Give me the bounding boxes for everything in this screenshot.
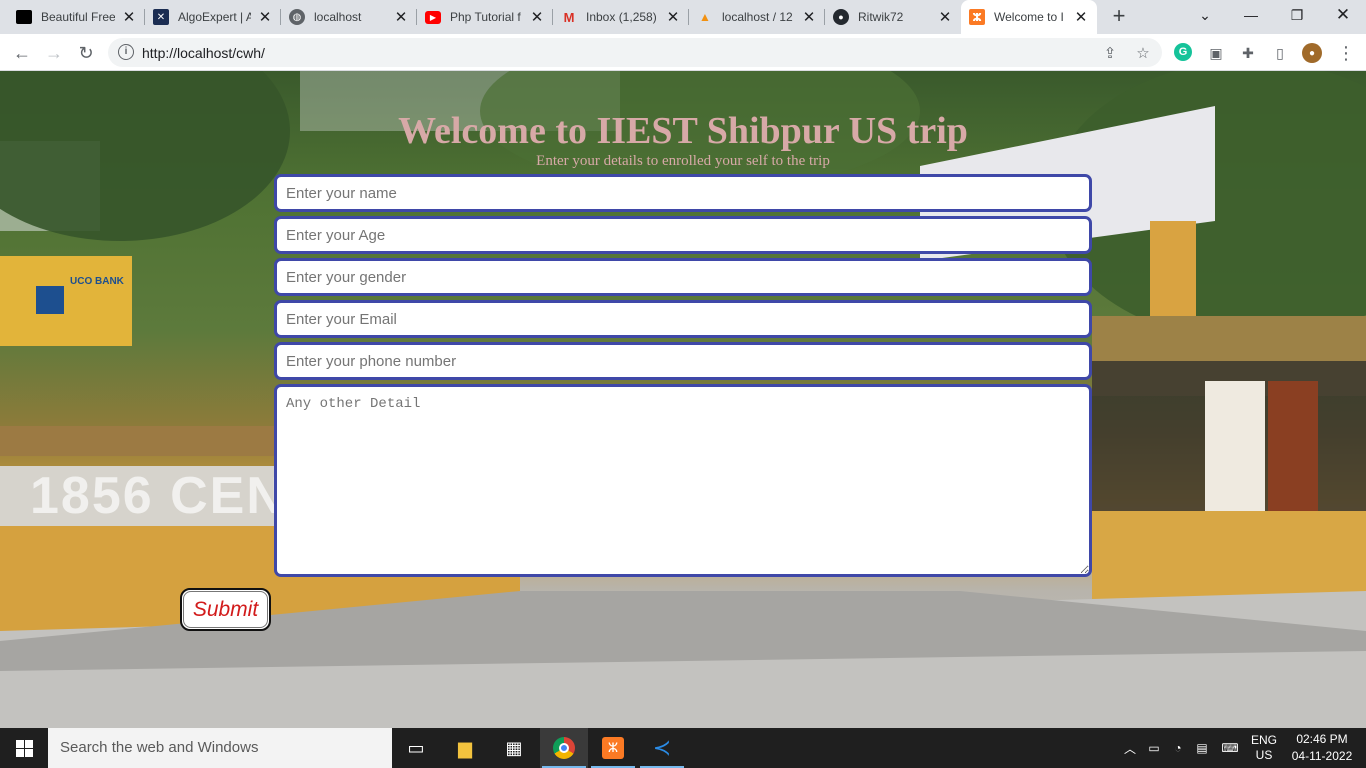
page-subtitle: Enter your details to enrolled your self… (536, 153, 830, 169)
back-arrow-icon[interactable]: ← (8, 39, 36, 67)
gender-input[interactable] (274, 258, 1092, 296)
tab-title: Welcome to I (994, 10, 1064, 24)
algoexpert-icon: ✕ (153, 9, 169, 25)
vscode-icon[interactable]: ≺ (638, 728, 686, 768)
notification-icon[interactable]: ▤ (1192, 728, 1212, 768)
clock-time: 02:46 PM (1296, 732, 1348, 746)
globe-icon: ◍ (289, 9, 305, 25)
grammarly-icon[interactable]: G (1174, 43, 1192, 61)
input-language[interactable]: ENG US (1248, 728, 1280, 768)
tab-title: Ritwik72 (858, 10, 904, 24)
other-details-textarea[interactable] (274, 384, 1092, 577)
youtube-icon: ▶ (425, 10, 441, 24)
windows-start-button[interactable] (0, 728, 48, 768)
tab-php-tutorial[interactable]: ▶ Php Tutorial f ✕ (417, 4, 553, 30)
phone-input[interactable] (274, 342, 1092, 380)
tab-algoexpert[interactable]: ✕ AlgoExpert | A ✕ (145, 4, 281, 30)
tab-title: Php Tutorial f (450, 10, 521, 24)
close-icon[interactable]: ✕ (665, 9, 681, 26)
close-icon[interactable]: ✕ (937, 9, 953, 26)
tab-strip: Beautiful Free ✕ ✕ AlgoExpert | A ✕ ◍ lo… (0, 0, 1366, 34)
unsplash-icon (16, 10, 32, 24)
tab-github[interactable]: ● Ritwik72 ✕ (825, 4, 961, 30)
age-input[interactable] (274, 216, 1092, 254)
battery-icon[interactable]: ▭ (1144, 728, 1164, 768)
tab-unsplash[interactable]: Beautiful Free ✕ (8, 4, 145, 30)
menu-kebab-icon[interactable]: ⋮ (1336, 43, 1356, 63)
close-icon[interactable]: ✕ (257, 9, 273, 26)
tab-gmail[interactable]: M Inbox (1,258) ✕ (553, 4, 689, 30)
url-text[interactable]: http://localhost/cwh/ (142, 45, 265, 61)
new-tab-button[interactable]: + (1108, 5, 1130, 28)
tab-title: Inbox (1,258) (586, 10, 657, 24)
close-icon[interactable]: ✕ (121, 9, 137, 26)
extension-game-icon[interactable]: ▣ (1206, 43, 1226, 63)
github-icon: ● (833, 9, 849, 25)
minimize-button[interactable]: — (1228, 0, 1274, 30)
phpmyadmin-icon: ▲ (699, 10, 711, 24)
clock[interactable]: 02:46 PM 04-11-2022 (1284, 728, 1360, 768)
bank-sign-text: UCO BANK (70, 276, 124, 287)
close-window-button[interactable]: ✕ (1320, 0, 1366, 30)
tray-chevron-up-icon[interactable]: ︿ (1120, 728, 1140, 768)
store-icon[interactable]: ▦ (490, 728, 538, 768)
taskbar-search-box[interactable]: Search the web and Windows (48, 728, 392, 768)
tab-phpmyadmin[interactable]: ▲ localhost / 12 ✕ (689, 4, 825, 30)
tab-title: localhost (314, 10, 362, 24)
gmail-icon: M (563, 9, 575, 25)
tab-localhost[interactable]: ◍ localhost ✕ (281, 4, 417, 30)
keyboard-icon[interactable]: ⌨ (1216, 728, 1244, 768)
tab-title: Beautiful Free (41, 10, 115, 24)
submit-button[interactable]: Submit (180, 588, 271, 631)
tab-welcome-active[interactable]: ⵣ Welcome to I ✕ (961, 0, 1097, 34)
side-panel-icon[interactable]: ▯ (1270, 43, 1290, 63)
name-input[interactable] (274, 174, 1092, 212)
close-icon[interactable]: ✕ (529, 9, 545, 26)
share-icon[interactable]: ⇪ (1100, 43, 1120, 63)
tab-title: AlgoExpert | A (178, 10, 251, 24)
tab-search-chevron-icon[interactable]: ⌄ (1182, 0, 1228, 30)
tab-title: localhost / 12 (722, 10, 793, 24)
page-title: Welcome to IIEST Shibpur US trip (398, 110, 968, 152)
extensions-puzzle-icon[interactable]: ✚ (1238, 43, 1258, 63)
close-icon[interactable]: ✕ (801, 9, 817, 26)
task-view-icon[interactable]: ▭ (392, 728, 440, 768)
clock-date: 04-11-2022 (1291, 749, 1353, 763)
profile-avatar[interactable]: ● (1302, 43, 1322, 63)
close-icon[interactable]: ✕ (393, 9, 409, 26)
bookmark-star-icon[interactable]: ☆ (1133, 43, 1153, 63)
file-explorer-icon[interactable]: ▆ (441, 728, 489, 768)
wifi-icon[interactable]: ◔ (1168, 728, 1188, 768)
language-label: ENG (1250, 733, 1277, 747)
email-input[interactable] (274, 300, 1092, 338)
browser-toolbar: ← → ↻ i http://localhost/cwh/ ⇪ ☆ G ▣ ✚ … (0, 34, 1366, 71)
forward-arrow-icon[interactable]: → (40, 39, 68, 67)
chrome-icon[interactable] (540, 728, 588, 768)
address-bar[interactable]: i http://localhost/cwh/ ⇪ ☆ (108, 38, 1162, 67)
page-content: 1856 CENT UCO BANK Welcome to IIEST Shib… (0, 71, 1366, 728)
reload-icon[interactable]: ↻ (72, 39, 100, 67)
xampp-icon: ⵣ (969, 9, 985, 25)
windows-logo-icon (15, 739, 33, 757)
windows-taskbar: Search the web and Windows ▭ ▆ ▦ ⵣ ≺ ︿ ▭… (0, 728, 1366, 768)
restore-button[interactable]: ❐ (1274, 0, 1320, 30)
close-icon[interactable]: ✕ (1073, 9, 1089, 26)
xampp-taskbar-icon[interactable]: ⵣ (589, 728, 637, 768)
region-label: US (1255, 748, 1273, 762)
site-info-icon[interactable]: i (118, 44, 134, 60)
